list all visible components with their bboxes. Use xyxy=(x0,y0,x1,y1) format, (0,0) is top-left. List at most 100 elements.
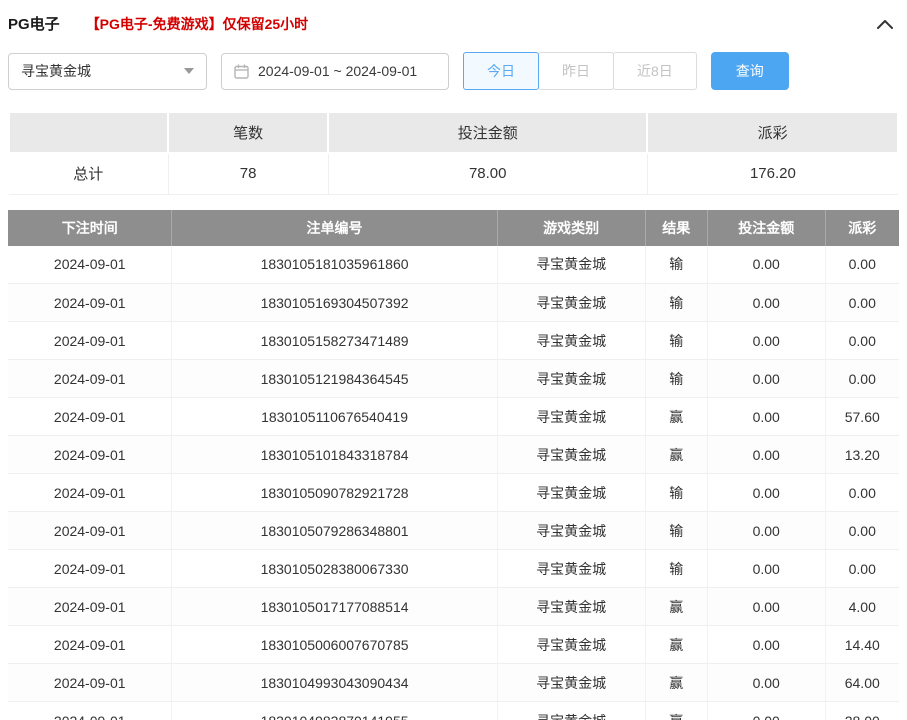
table-row: 2024-09-01 1830105110676540419 寻宝黄金城 赢 0… xyxy=(8,398,899,436)
panel-header: PG电子 【PG电子-免费游戏】仅保留25小时 xyxy=(8,0,899,40)
cell-game-type: 寻宝黄金城 xyxy=(497,664,645,702)
cell-result: 赢 xyxy=(645,626,707,664)
cell-bet-amount: 0.00 xyxy=(707,626,825,664)
cell-game-type: 寻宝黄金城 xyxy=(497,512,645,550)
cell-order-id: 1830105101843318784 xyxy=(172,436,497,474)
header-payout: 派彩 xyxy=(825,210,899,246)
table-row: 2024-09-01 1830105101843318784 寻宝黄金城 赢 0… xyxy=(8,436,899,474)
cell-bet-time: 2024-09-01 xyxy=(8,284,172,322)
quick-range-group: 今日 昨日 近8日 xyxy=(463,52,697,90)
date-range-input[interactable]: 2024-09-01 ~ 2024-09-01 xyxy=(221,53,449,90)
cell-order-id: 1830104983870141955 xyxy=(172,702,497,720)
cell-bet-amount: 0.00 xyxy=(707,436,825,474)
summary-table: 笔数 投注金额 派彩 总计 78 78.00 176.20 xyxy=(8,111,899,195)
cell-game-type: 寻宝黄金城 xyxy=(497,626,645,664)
cell-result: 输 xyxy=(645,246,707,284)
summary-header-blank xyxy=(9,112,168,153)
table-row: 2024-09-01 1830105090782921728 寻宝黄金城 输 0… xyxy=(8,474,899,512)
cell-bet-amount: 0.00 xyxy=(707,512,825,550)
cell-game-type: 寻宝黄金城 xyxy=(497,436,645,474)
cell-bet-time: 2024-09-01 xyxy=(8,436,172,474)
cell-bet-amount: 0.00 xyxy=(707,588,825,626)
last-8-days-button[interactable]: 近8日 xyxy=(613,52,697,90)
cell-bet-time: 2024-09-01 xyxy=(8,246,172,284)
notice-text: 【PG电子-免费游戏】仅保留25小时 xyxy=(86,14,308,34)
cell-payout: 0.00 xyxy=(825,246,899,284)
summary-header-count: 笔数 xyxy=(168,112,328,153)
cell-order-id: 1830105158273471489 xyxy=(172,322,497,360)
table-row: 2024-09-01 1830105017177088514 寻宝黄金城 赢 0… xyxy=(8,588,899,626)
table-row: 2024-09-01 1830105006007670785 寻宝黄金城 赢 0… xyxy=(8,626,899,664)
calendar-icon xyxy=(234,64,249,79)
cell-game-type: 寻宝黄金城 xyxy=(497,702,645,720)
cell-payout: 0.00 xyxy=(825,284,899,322)
header-result: 结果 xyxy=(645,210,707,246)
cell-bet-time: 2024-09-01 xyxy=(8,398,172,436)
cell-game-type: 寻宝黄金城 xyxy=(497,322,645,360)
cell-result: 输 xyxy=(645,322,707,360)
summary-count-value: 78 xyxy=(168,153,328,194)
cell-order-id: 1830105169304507392 xyxy=(172,284,497,322)
chevron-down-icon xyxy=(184,68,194,74)
summary-header-bet-amount: 投注金额 xyxy=(328,112,647,153)
summary-total-row: 总计 78 78.00 176.20 xyxy=(9,153,898,194)
cell-bet-amount: 0.00 xyxy=(707,322,825,360)
cell-bet-amount: 0.00 xyxy=(707,360,825,398)
cell-result: 赢 xyxy=(645,664,707,702)
cell-order-id: 1830105017177088514 xyxy=(172,588,497,626)
summary-header-payout: 派彩 xyxy=(647,112,898,153)
table-row: 2024-09-01 1830105169304507392 寻宝黄金城 输 0… xyxy=(8,284,899,322)
records-header-row: 下注时间 注单编号 游戏类别 结果 投注金额 派彩 xyxy=(8,210,899,246)
header-order-id: 注单编号 xyxy=(172,210,497,246)
summary-total-label: 总计 xyxy=(9,153,168,194)
cell-bet-amount: 0.00 xyxy=(707,284,825,322)
table-row: 2024-09-01 1830104983870141955 寻宝黄金城 赢 0… xyxy=(8,702,899,720)
cell-game-type: 寻宝黄金城 xyxy=(497,550,645,588)
cell-bet-time: 2024-09-01 xyxy=(8,664,172,702)
cell-bet-amount: 0.00 xyxy=(707,702,825,720)
yesterday-button[interactable]: 昨日 xyxy=(538,52,614,90)
cell-payout: 0.00 xyxy=(825,512,899,550)
cell-bet-time: 2024-09-01 xyxy=(8,550,172,588)
today-button[interactable]: 今日 xyxy=(463,52,539,90)
cell-result: 赢 xyxy=(645,702,707,720)
filter-bar: 寻宝黄金城 2024-09-01 ~ 2024-09-01 今日 昨日 近8日 … xyxy=(8,52,899,90)
search-button[interactable]: 查询 xyxy=(711,52,789,90)
cell-order-id: 1830105028380067330 xyxy=(172,550,497,588)
cell-bet-amount: 0.00 xyxy=(707,474,825,512)
cell-order-id: 1830105181035961860 xyxy=(172,246,497,284)
game-select[interactable]: 寻宝黄金城 xyxy=(8,53,207,90)
game-select-value: 寻宝黄金城 xyxy=(21,61,91,81)
table-row: 2024-09-01 1830105079286348801 寻宝黄金城 输 0… xyxy=(8,512,899,550)
cell-bet-time: 2024-09-01 xyxy=(8,360,172,398)
records-table: 下注时间 注单编号 游戏类别 结果 投注金额 派彩 2024-09-01 183… xyxy=(8,210,899,720)
header-bet-amount: 投注金额 xyxy=(707,210,825,246)
cell-payout: 0.00 xyxy=(825,550,899,588)
cell-order-id: 1830104993043090434 xyxy=(172,664,497,702)
table-row: 2024-09-01 1830105028380067330 寻宝黄金城 输 0… xyxy=(8,550,899,588)
cell-game-type: 寻宝黄金城 xyxy=(497,360,645,398)
cell-result: 赢 xyxy=(645,436,707,474)
header-bet-time: 下注时间 xyxy=(8,210,172,246)
cell-result: 输 xyxy=(645,284,707,322)
cell-bet-amount: 0.00 xyxy=(707,550,825,588)
cell-bet-time: 2024-09-01 xyxy=(8,588,172,626)
cell-bet-time: 2024-09-01 xyxy=(8,512,172,550)
cell-game-type: 寻宝黄金城 xyxy=(497,246,645,284)
collapse-button[interactable] xyxy=(873,15,897,33)
cell-result: 输 xyxy=(645,550,707,588)
summary-payout-value: 176.20 xyxy=(647,153,898,194)
cell-order-id: 1830105110676540419 xyxy=(172,398,497,436)
chevron-up-icon xyxy=(877,19,893,29)
cell-payout: 13.20 xyxy=(825,436,899,474)
cell-bet-amount: 0.00 xyxy=(707,246,825,284)
cell-result: 赢 xyxy=(645,398,707,436)
page-title: PG电子 xyxy=(8,13,60,34)
cell-bet-time: 2024-09-01 xyxy=(8,474,172,512)
table-row: 2024-09-01 1830104993043090434 寻宝黄金城 赢 0… xyxy=(8,664,899,702)
cell-game-type: 寻宝黄金城 xyxy=(497,474,645,512)
cell-payout: 57.60 xyxy=(825,398,899,436)
cell-result: 输 xyxy=(645,512,707,550)
summary-bet-amount-value: 78.00 xyxy=(328,153,647,194)
cell-bet-time: 2024-09-01 xyxy=(8,626,172,664)
